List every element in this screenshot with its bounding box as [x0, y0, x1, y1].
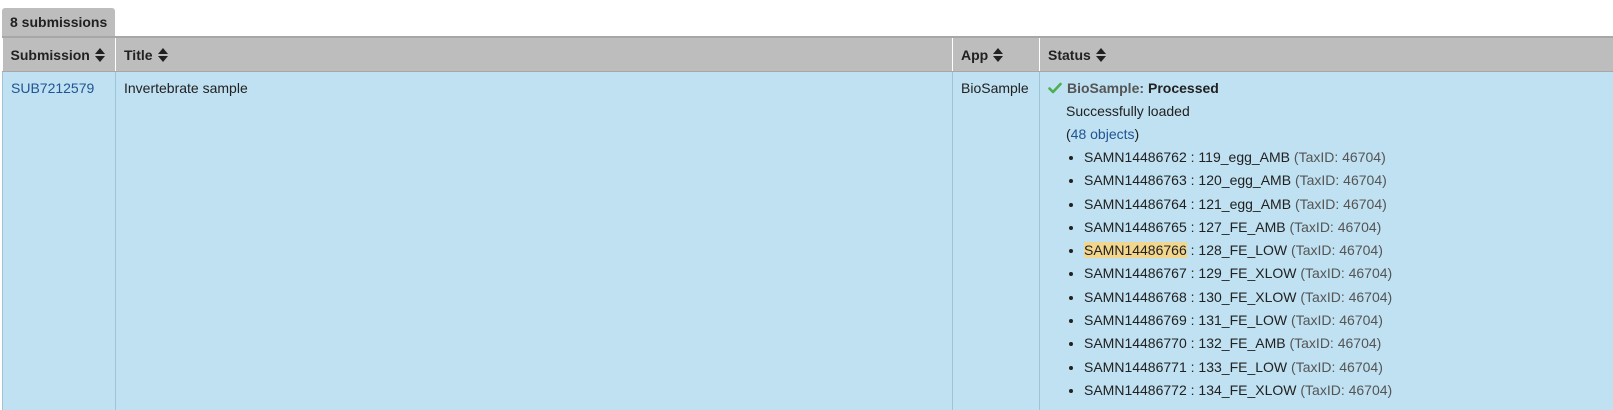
table-header-row: Submission Title App Status: [3, 38, 1613, 72]
accession[interactable]: SAMN14486769: [1084, 312, 1187, 328]
objects-count-link[interactable]: 48 objects: [1071, 126, 1135, 142]
status-state: Processed: [1148, 80, 1219, 96]
sort-icon[interactable]: [993, 48, 1003, 62]
taxid: (TaxID: 46704): [1294, 149, 1386, 165]
list-item: SAMN14486771 : 133_FE_LOW (TaxID: 46704): [1084, 356, 1606, 379]
cell-app: BioSample: [953, 72, 1040, 410]
accession[interactable]: SAMN14486764: [1084, 196, 1187, 212]
cell-title: Invertebrate sample: [116, 72, 953, 410]
column-header-label: App: [961, 47, 988, 63]
taxid: (TaxID: 46704): [1291, 359, 1383, 375]
accession-highlighted[interactable]: SAMN14486766: [1084, 242, 1187, 258]
taxid: (TaxID: 46704): [1300, 265, 1392, 281]
taxid: (TaxID: 46704): [1300, 382, 1392, 398]
table-row: SUB7212579 Invertebrate sample BioSample…: [3, 72, 1613, 410]
column-header-label: Title: [124, 47, 153, 63]
list-item: SAMN14486766 : 128_FE_LOW (TaxID: 46704): [1084, 239, 1606, 262]
column-header-status[interactable]: Status: [1040, 38, 1613, 72]
separator: :: [1187, 335, 1199, 351]
column-header-app[interactable]: App: [953, 38, 1040, 72]
accession[interactable]: SAMN14486772: [1084, 382, 1187, 398]
submissions-table-wrapper: Submission Title App Status SUB7212579: [2, 36, 1613, 410]
objects-close-paren: ): [1135, 126, 1140, 142]
column-header-label: Status: [1048, 47, 1091, 63]
submission-title: Invertebrate sample: [124, 80, 248, 96]
sample-name: 121_egg_AMB: [1198, 196, 1291, 212]
sample-name: 133_FE_LOW: [1198, 359, 1287, 375]
sample-name: 134_FE_XLOW: [1198, 382, 1296, 398]
sort-icon[interactable]: [95, 48, 105, 62]
objects-count-line: (48 objects): [1066, 124, 1606, 144]
separator: :: [1187, 265, 1199, 281]
list-item: SAMN14486770 : 132_FE_AMB (TaxID: 46704): [1084, 332, 1606, 355]
sample-name: 130_FE_XLOW: [1198, 289, 1296, 305]
taxid: (TaxID: 46704): [1295, 196, 1387, 212]
accession[interactable]: SAMN14486771: [1084, 359, 1187, 375]
accession[interactable]: SAMN14486763: [1084, 172, 1187, 188]
list-item: SAMN14486769 : 131_FE_LOW (TaxID: 46704): [1084, 309, 1606, 332]
list-item: SAMN14486772 : 134_FE_XLOW (TaxID: 46704…: [1084, 379, 1606, 402]
column-header-label: Submission: [11, 47, 90, 63]
separator: :: [1187, 242, 1199, 258]
list-item: SAMN14486768 : 130_FE_XLOW (TaxID: 46704…: [1084, 286, 1606, 309]
taxid: (TaxID: 46704): [1300, 289, 1392, 305]
submission-id-link[interactable]: SUB7212579: [11, 80, 94, 96]
sample-name: 128_FE_LOW: [1198, 242, 1287, 258]
sample-name: 132_FE_AMB: [1198, 335, 1285, 351]
submissions-table: Submission Title App Status SUB7212579: [2, 38, 1613, 410]
accession[interactable]: SAMN14486765: [1084, 219, 1187, 235]
cell-status: BioSample: Processed Successfully loaded…: [1040, 72, 1613, 410]
separator: :: [1187, 382, 1199, 398]
separator: :: [1187, 196, 1199, 212]
status-app-label: BioSample:: [1067, 80, 1144, 96]
sample-name: 120_egg_AMB: [1198, 172, 1291, 188]
taxid: (TaxID: 46704): [1289, 219, 1381, 235]
accession[interactable]: SAMN14486762: [1084, 149, 1187, 165]
accession[interactable]: SAMN14486767: [1084, 265, 1187, 281]
column-header-title[interactable]: Title: [116, 38, 953, 72]
list-item: SAMN14486762 : 119_egg_AMB (TaxID: 46704…: [1084, 146, 1606, 169]
separator: :: [1187, 312, 1199, 328]
separator: :: [1187, 289, 1199, 305]
taxid: (TaxID: 46704): [1291, 312, 1383, 328]
taxid: (TaxID: 46704): [1289, 335, 1381, 351]
accession[interactable]: SAMN14486768: [1084, 289, 1187, 305]
list-item: SAMN14486767 : 129_FE_XLOW (TaxID: 46704…: [1084, 262, 1606, 285]
objects-list: SAMN14486762 : 119_egg_AMB (TaxID: 46704…: [1048, 146, 1606, 402]
list-item: SAMN14486764 : 121_egg_AMB (TaxID: 46704…: [1084, 193, 1606, 216]
separator: :: [1187, 149, 1199, 165]
sort-icon[interactable]: [158, 48, 168, 62]
list-item: SAMN14486765 : 127_FE_AMB (TaxID: 46704): [1084, 216, 1606, 239]
sample-name: 119_egg_AMB: [1198, 149, 1290, 165]
accession[interactable]: SAMN14486770: [1084, 335, 1187, 351]
separator: :: [1187, 172, 1199, 188]
taxid: (TaxID: 46704): [1295, 172, 1387, 188]
separator: :: [1187, 219, 1199, 235]
sample-name: 131_FE_LOW: [1198, 312, 1287, 328]
app-name: BioSample: [961, 80, 1029, 96]
column-header-submission[interactable]: Submission: [3, 38, 116, 72]
sample-name: 129_FE_XLOW: [1198, 265, 1296, 281]
taxid: (TaxID: 46704): [1291, 242, 1383, 258]
sort-icon[interactable]: [1096, 48, 1106, 62]
checkmark-icon: [1048, 81, 1062, 95]
sample-name: 127_FE_AMB: [1198, 219, 1285, 235]
list-item: SAMN14486763 : 120_egg_AMB (TaxID: 46704…: [1084, 169, 1606, 192]
submissions-count-tab[interactable]: 8 submissions: [2, 8, 115, 36]
status-message: Successfully loaded: [1066, 101, 1606, 121]
cell-submission: SUB7212579: [3, 72, 116, 410]
separator: :: [1187, 359, 1199, 375]
status-line: BioSample: Processed: [1048, 78, 1606, 98]
